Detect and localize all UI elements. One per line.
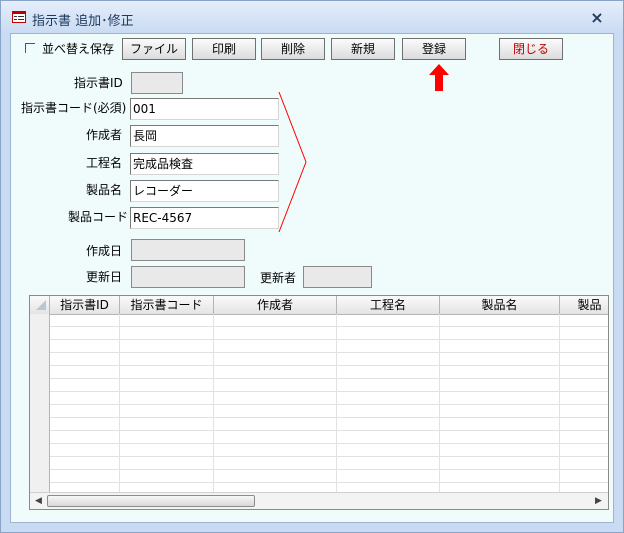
- records-grid[interactable]: 指示書ID 指示書コード 作成者 工程名 製品名 製品 ◀ ▶: [29, 295, 609, 510]
- new-button[interactable]: 新規: [331, 38, 395, 60]
- column-header-product-code[interactable]: 製品: [560, 296, 608, 314]
- register-button[interactable]: 登録: [402, 38, 466, 60]
- app-window: 指示書 追加･修正 × 並べ替え保存 ファイル 印刷 削除 新規 登録 閉じる …: [0, 0, 624, 533]
- row-selector-column[interactable]: [30, 314, 50, 492]
- product-label: 製品名: [86, 183, 123, 197]
- grid-body: [50, 314, 608, 492]
- product-code-field[interactable]: REC-4567: [130, 207, 279, 229]
- window-title: 指示書 追加･修正: [32, 14, 134, 29]
- grid-header: 指示書ID 指示書コード 作成者 工程名 製品名 製品: [30, 296, 608, 315]
- author-field[interactable]: 長岡: [130, 125, 279, 147]
- print-button[interactable]: 印刷: [192, 38, 256, 60]
- scrollbar-thumb[interactable]: [47, 495, 255, 507]
- form-icon: [12, 11, 26, 23]
- column-header-product[interactable]: 製品名: [440, 296, 560, 314]
- sort-save-checkbox[interactable]: [25, 43, 35, 53]
- scroll-right-icon[interactable]: ▶: [590, 493, 607, 509]
- bracket-annotation: [278, 92, 307, 232]
- updated-label: 更新日: [86, 270, 123, 284]
- close-form-button[interactable]: 閉じる: [499, 38, 563, 60]
- delete-button[interactable]: 削除: [261, 38, 325, 60]
- created-field[interactable]: [131, 239, 245, 261]
- created-label: 作成日: [86, 244, 123, 258]
- corner-triangle-icon: [36, 300, 46, 310]
- column-header-code[interactable]: 指示書コード: [120, 296, 214, 314]
- author-label: 作成者: [86, 128, 123, 142]
- code-label: 指示書コード(必須): [21, 101, 127, 115]
- column-header-process[interactable]: 工程名: [337, 296, 440, 314]
- code-field[interactable]: 001: [130, 98, 279, 120]
- product-code-label: 製品コード: [68, 210, 129, 224]
- process-label: 工程名: [86, 156, 123, 170]
- horizontal-scrollbar[interactable]: ◀ ▶: [30, 492, 608, 509]
- sort-save-label: 並べ替え保存: [42, 42, 115, 56]
- product-field[interactable]: レコーダー: [130, 180, 279, 202]
- updater-label: 更新者: [260, 271, 297, 285]
- id-label: 指示書ID: [74, 76, 123, 90]
- form-client-area: 並べ替え保存 ファイル 印刷 削除 新規 登録 閉じる 指示書ID 指示書コード…: [10, 33, 614, 523]
- column-header-id[interactable]: 指示書ID: [50, 296, 120, 314]
- scroll-left-icon[interactable]: ◀: [30, 493, 47, 509]
- select-all-corner[interactable]: [30, 296, 50, 314]
- process-field[interactable]: 完成品検査: [130, 153, 279, 175]
- updater-field[interactable]: [303, 266, 372, 288]
- column-header-author[interactable]: 作成者: [214, 296, 337, 314]
- updated-field[interactable]: [131, 266, 245, 288]
- up-arrow-icon: [429, 64, 449, 91]
- title-bar: 指示書 追加･修正 ×: [1, 1, 623, 33]
- window-close-button[interactable]: ×: [587, 8, 607, 28]
- file-button[interactable]: ファイル: [122, 38, 186, 60]
- id-field[interactable]: [131, 72, 183, 94]
